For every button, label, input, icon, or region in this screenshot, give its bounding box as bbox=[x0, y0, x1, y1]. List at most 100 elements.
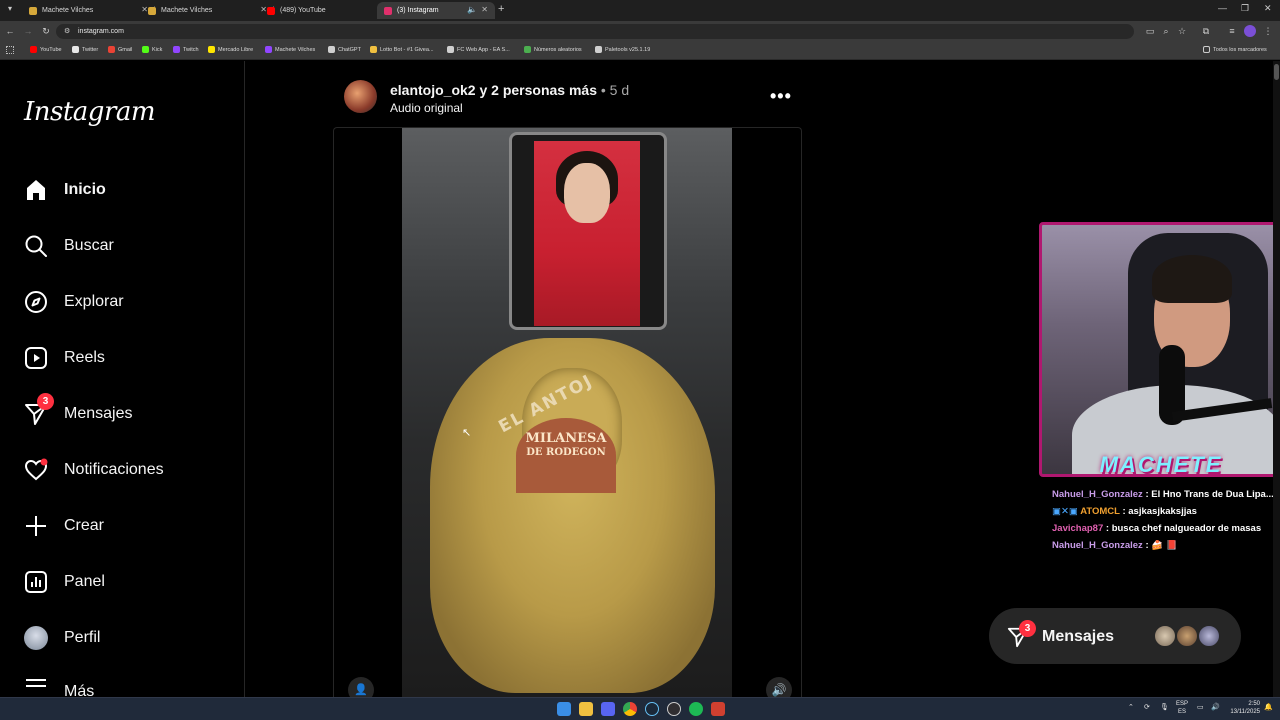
nav-item-buscar[interactable]: Buscar bbox=[24, 226, 224, 266]
post-author-name[interactable]: elantojo_ok2 y 2 personas más bbox=[390, 82, 597, 98]
bookmark-item[interactable]: Twitter bbox=[72, 46, 98, 53]
nav-item-perfil[interactable]: Perfil bbox=[24, 618, 224, 658]
discord-icon[interactable] bbox=[601, 702, 615, 716]
reels-icon bbox=[24, 346, 48, 370]
twitter-icon bbox=[72, 46, 79, 53]
mic-tray-icon[interactable]: 🎙 bbox=[1160, 703, 1169, 711]
scrollbar-thumb[interactable] bbox=[1274, 64, 1279, 80]
audio-playing-icon[interactable]: 🔈 bbox=[467, 5, 477, 14]
chat-text: 🍰 📕 bbox=[1151, 540, 1178, 551]
reel-container: EL ANTOJ MILANESA DE RODEGON ↖ 👤 🔊 bbox=[333, 127, 802, 703]
avatar-icon bbox=[24, 626, 48, 650]
profile-avatar-icon[interactable] bbox=[1244, 25, 1256, 37]
obs-icon[interactable] bbox=[667, 702, 681, 716]
clock-time[interactable]: 2:50 bbox=[1226, 700, 1260, 708]
post-author-avatar[interactable] bbox=[344, 80, 377, 113]
nav-item-reels[interactable]: Reels bbox=[24, 338, 224, 378]
customize-icon[interactable]: ≡ bbox=[1226, 25, 1238, 37]
tray-chevron-icon[interactable]: ⌃ bbox=[1128, 703, 1134, 711]
bookmark-item[interactable]: ChatGPT bbox=[328, 46, 361, 53]
clock-date[interactable]: 13/11/2025 bbox=[1226, 708, 1260, 716]
extensions-icon[interactable]: ⧉ bbox=[1200, 25, 1212, 37]
chat-username: ATOMCL bbox=[1080, 506, 1120, 517]
start-menu-icon[interactable] bbox=[557, 702, 571, 716]
bookmark-item[interactable]: YouTube bbox=[30, 46, 62, 53]
back-arrow-icon[interactable]: ← bbox=[4, 25, 16, 37]
post-audio-link[interactable]: Audio original bbox=[390, 101, 463, 115]
tab-favicon-icon bbox=[29, 6, 37, 15]
nav-item-crear[interactable]: Crear bbox=[24, 506, 224, 546]
nav-item-notificaciones[interactable]: Notificaciones bbox=[24, 450, 224, 490]
steam-icon[interactable] bbox=[645, 702, 659, 716]
bookmark-item[interactable]: FC Web App - EA S... bbox=[447, 46, 510, 53]
chat-text: asjkasjkaksjjas bbox=[1128, 506, 1197, 517]
browser-tab[interactable]: Machete Vilches ✕ bbox=[22, 2, 155, 19]
browser-tab[interactable]: Machete Vilches ✕ bbox=[141, 2, 274, 19]
nav-label: Panel bbox=[64, 573, 105, 590]
browser-tab-active[interactable]: (3) Instagram 🔈 ✕ bbox=[377, 2, 495, 19]
bookmark-item[interactable]: Twitch bbox=[173, 46, 199, 53]
chat-text: busca chef nalgueador de masas bbox=[1111, 523, 1262, 534]
minimize-window-icon[interactable]: — bbox=[1218, 3, 1227, 13]
browser-menu-icon[interactable]: ⋮ bbox=[1262, 25, 1274, 37]
bookmark-label: ChatGPT bbox=[338, 46, 361, 53]
logo-line: MILANESA bbox=[525, 431, 607, 446]
channel-icon bbox=[265, 46, 272, 53]
bookmark-item[interactable]: Paletools v25.1.19 bbox=[595, 46, 650, 53]
lotto-icon bbox=[370, 46, 377, 53]
file-explorer-icon[interactable] bbox=[579, 702, 593, 716]
bookmark-item[interactable]: Lotto Bot - #1 Givea... bbox=[370, 46, 434, 53]
browser-toolbar: ← → ↻ ⚙ instagram.com ▭ ⌕ ☆ ⧉ ≡ ⋮ bbox=[0, 21, 1280, 41]
zoom-icon[interactable]: ⌕ bbox=[1160, 25, 1172, 37]
app-icon[interactable] bbox=[711, 702, 725, 716]
bookmark-label: Machete Vilches bbox=[275, 46, 316, 53]
random-icon bbox=[524, 46, 531, 53]
bookmark-item[interactable]: Machete Vilches bbox=[265, 46, 315, 53]
site-info-icon[interactable]: ⚙ bbox=[64, 24, 70, 39]
bookmark-star-icon[interactable]: ☆ bbox=[1176, 25, 1188, 37]
address-bar-input[interactable]: ⚙ instagram.com bbox=[56, 24, 1134, 39]
post-header: elantojo_ok2 y 2 personas más • 5 d Audi… bbox=[344, 80, 804, 120]
all-bookmarks-folder[interactable]: Todos los marcadores bbox=[1203, 46, 1267, 53]
reel-video[interactable]: EL ANTOJ MILANESA DE RODEGON ↖ bbox=[402, 128, 732, 698]
volume-tray-icon[interactable]: 🔊 bbox=[1211, 703, 1220, 711]
nav-item-mensajes[interactable]: 3 Mensajes bbox=[24, 393, 224, 434]
notifications-bell-icon[interactable]: 🔔 bbox=[1264, 703, 1273, 711]
apps-grid-icon[interactable] bbox=[6, 46, 14, 54]
browser-tab[interactable]: (489) YouTube ✕ bbox=[260, 2, 393, 19]
keyboard-language[interactable]: ESP bbox=[1176, 700, 1188, 708]
nav-item-mas[interactable]: Más bbox=[24, 674, 224, 696]
forward-arrow-icon[interactable]: → bbox=[22, 25, 34, 37]
maximize-window-icon[interactable]: ❐ bbox=[1241, 3, 1249, 14]
install-app-icon[interactable]: ▭ bbox=[1144, 25, 1156, 37]
reload-icon[interactable]: ↻ bbox=[40, 25, 52, 37]
spotify-icon[interactable] bbox=[689, 702, 703, 716]
nav-item-explorar[interactable]: Explorar bbox=[24, 282, 224, 322]
close-window-icon[interactable]: ✕ bbox=[1264, 3, 1272, 14]
search-icon bbox=[24, 234, 48, 258]
instagram-logo[interactable]: Instagram bbox=[24, 97, 156, 127]
contact-avatar bbox=[1197, 624, 1221, 648]
bookmark-label: Mercado Libre bbox=[218, 46, 254, 53]
display-tray-icon[interactable]: ▭ bbox=[1197, 703, 1204, 711]
bookmark-item[interactable]: Números aleatorios bbox=[524, 46, 582, 53]
nav-item-panel[interactable]: Panel bbox=[24, 562, 224, 602]
bookmark-item[interactable]: Kick bbox=[142, 46, 162, 53]
nav-item-inicio[interactable]: Inicio bbox=[24, 170, 224, 210]
more-options-icon[interactable]: ••• bbox=[770, 86, 792, 107]
kick-icon bbox=[142, 46, 149, 53]
close-tab-icon[interactable]: ✕ bbox=[481, 5, 488, 14]
keyboard-layout[interactable]: ES bbox=[1176, 708, 1188, 716]
bookmark-item[interactable]: Mercado Libre bbox=[208, 46, 253, 53]
notification-badge: 3 bbox=[37, 393, 54, 410]
tray-app-icon[interactable]: ⟳ bbox=[1144, 703, 1150, 711]
page-scrollbar[interactable] bbox=[1273, 61, 1280, 697]
new-tab-button[interactable]: + bbox=[498, 3, 504, 15]
chrome-icon[interactable] bbox=[623, 702, 637, 716]
messages-floating-button[interactable]: 3 Mensajes bbox=[989, 608, 1241, 664]
nav-label: Inicio bbox=[64, 181, 106, 198]
tab-search-button[interactable]: ▾ bbox=[4, 4, 16, 16]
streamer-name-banner: MACHETE bbox=[1099, 452, 1223, 477]
plus-icon bbox=[24, 514, 48, 538]
bookmark-item[interactable]: Gmail bbox=[108, 46, 132, 53]
